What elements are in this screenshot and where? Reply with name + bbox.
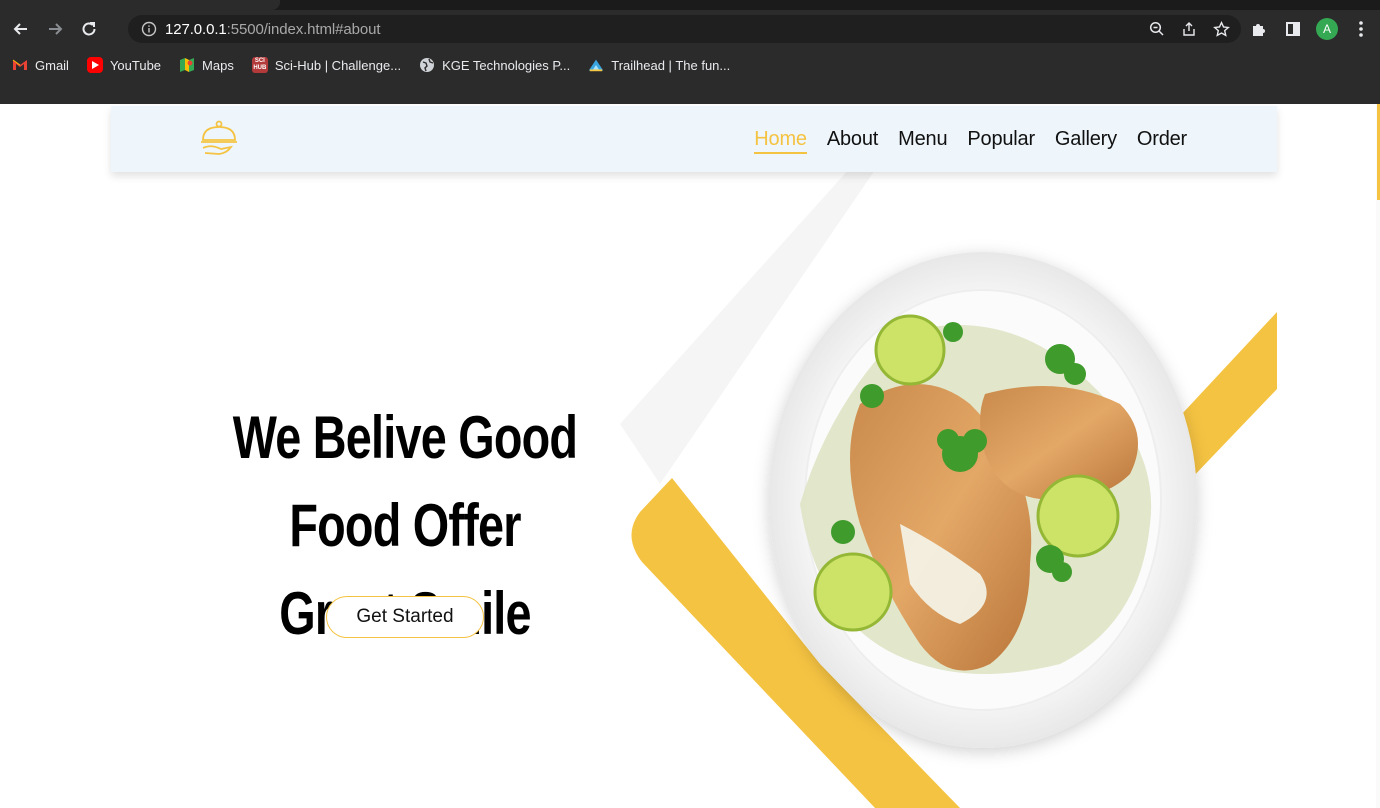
url-text[interactable]: 127.0.0.1:5500/index.html#about [165,20,381,38]
bookmark-label: Gmail [35,57,69,73]
nav-order-link[interactable]: Order [1137,128,1187,154]
address-bar[interactable]: 127.0.0.1:5500/index.html#about [128,15,1241,43]
url-host: 127.0.0.1 [165,20,227,38]
lime-slice [813,552,893,632]
extensions-icon[interactable] [1248,18,1270,40]
get-started-button[interactable]: Get Started [326,596,484,638]
reload-icon [82,22,96,36]
bookmark-label: Trailhead | The fun... [611,57,731,73]
bookmark-kge[interactable]: KGE Technologies P... [419,57,570,73]
youtube-icon [86,57,103,73]
trailhead-icon [588,57,604,73]
forward-button[interactable] [42,16,68,42]
side-panel-icon[interactable] [1282,18,1304,40]
cloche-logo-icon[interactable] [197,118,241,162]
lime-slice [1036,474,1120,558]
nav-menu-link[interactable]: Menu [898,128,947,154]
scihub-icon: SCI HUB [251,57,268,73]
back-button[interactable] [8,16,34,42]
bookmark-label: YouTube [109,57,162,73]
active-tab[interactable] [0,0,280,10]
maps-icon [179,57,195,73]
share-icon[interactable] [1179,19,1199,39]
bookmark-label: Sci-Hub | Challenge... [274,57,402,73]
reload-button[interactable] [76,16,102,42]
main-menu: Home About Menu Popular Gallery Order [754,128,1187,154]
arrow-left-icon [13,23,27,35]
gmail-icon [12,57,28,73]
kebab-menu-icon[interactable] [1350,18,1372,40]
browser-toolbar: 127.0.0.1:5500/index.html#about A [0,10,1380,48]
info-icon[interactable] [141,21,157,37]
bookmark-star-icon[interactable] [1211,19,1231,39]
nav-popular-link[interactable]: Popular [967,128,1035,154]
site-navbar: Home About Menu Popular Gallery Order [111,106,1277,172]
globe-icon [419,57,435,73]
bookmark-label: KGE Technologies P... [442,57,571,73]
tab-strip [0,0,1380,10]
url-path: :5500/index.html#about [226,20,381,38]
nav-home-link[interactable]: Home [754,128,807,154]
nav-about-link[interactable]: About [827,128,878,154]
bookmarks-bar: Gmail YouTube Maps SCI HUB Sci-Hub | Chal… [0,48,1380,104]
zoom-icon[interactable] [1147,19,1167,39]
lime-slice [874,314,946,386]
bookmark-scihub[interactable]: SCI HUB Sci-Hub | Challenge... [251,57,402,73]
arrow-right-icon [49,23,63,35]
hero-heading-line1: We Belive Good Food Offer [232,404,578,559]
nav-gallery-link[interactable]: Gallery [1055,128,1117,154]
bookmark-maps[interactable]: Maps [179,57,234,73]
bookmark-gmail[interactable]: Gmail [12,57,69,73]
page-scrollbar[interactable] [1376,104,1380,808]
web-page: Home About Menu Popular Gallery Order We… [0,104,1380,808]
bookmark-trailhead[interactable]: Trailhead | The fun... [588,57,730,73]
bookmark-youtube[interactable]: YouTube [86,57,162,73]
bookmark-label: Maps [202,57,234,73]
profile-avatar[interactable]: A [1316,18,1338,40]
